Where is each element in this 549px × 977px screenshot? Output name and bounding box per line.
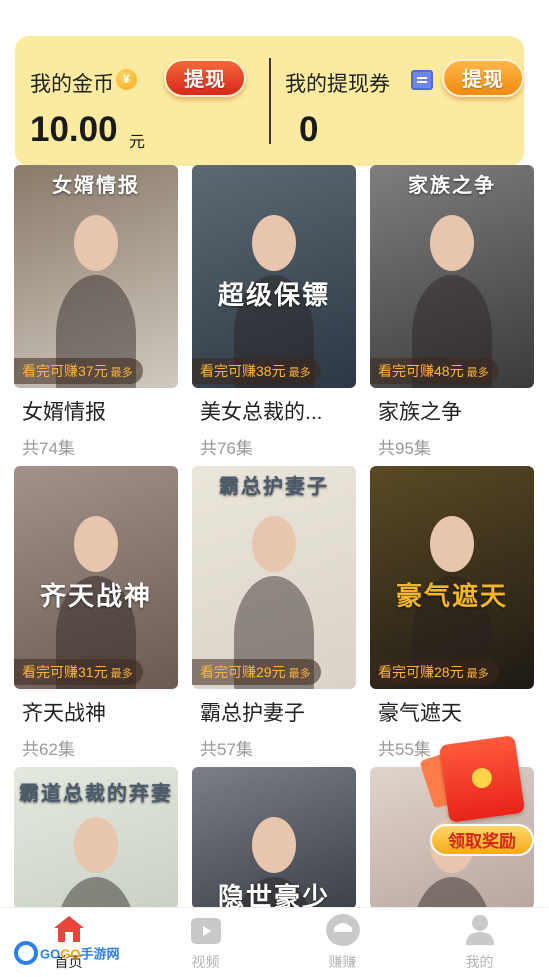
voucher-withdraw-button[interactable]: 提现 (442, 59, 524, 97)
voucher-amount: 0 (299, 110, 319, 149)
episode-count: 共57集 (200, 740, 253, 759)
drama-card[interactable]: 豪气遮天 看完可赚28元 最多 豪气遮天 共55集 (370, 466, 534, 762)
episode-count: 共55集 (378, 740, 431, 759)
drama-poster[interactable]: 隐世豪少 (192, 767, 356, 909)
poster-title: 霸道总裁的弃妻 (19, 781, 173, 805)
drama-poster[interactable]: 家族之争看完可赚48元 最多 (370, 165, 534, 388)
poster-face (252, 516, 296, 572)
coin-icon: ¥ (116, 69, 137, 90)
poster-face (74, 516, 118, 572)
episode-count: 共74集 (22, 439, 75, 458)
profile-icon (465, 915, 494, 945)
drama-title[interactable]: 女婿情报 (22, 396, 106, 426)
tab-video-label: 视频 (191, 954, 220, 970)
watermark-brand: GOGO手游网 (40, 946, 120, 962)
watermark-logo: GOGO手游网 (14, 941, 119, 967)
earn-reward-tag: 看完可赚38元 最多 (192, 358, 321, 384)
poster-title: 家族之争 (408, 173, 496, 197)
drama-poster[interactable]: 超级保镖看完可赚38元 最多 (192, 165, 356, 388)
poster-title: 女婿情报 (52, 173, 140, 197)
earn-icon (325, 914, 360, 946)
episode-count: 共76集 (200, 439, 253, 458)
watermark-ring-icon (14, 941, 38, 965)
tab-earn[interactable]: 赚赚 (274, 908, 411, 977)
episode-count: 共62集 (22, 740, 75, 759)
drama-title[interactable]: 家族之争 (378, 396, 462, 426)
tab-video[interactable]: 视频 (137, 908, 274, 977)
poster-title: 齐天战神 (39, 582, 152, 612)
poster-face (252, 215, 296, 271)
poster-face (430, 516, 474, 572)
drama-card[interactable]: 超级保镖看完可赚38元 最多美女总裁的... 共76集 (192, 165, 356, 461)
poster-face (74, 215, 118, 271)
drama-card[interactable]: 霸总护妻子 看完可赚29元 最多 霸总护妻子 共57集 (192, 466, 356, 762)
tab-profile-label: 我的 (465, 954, 494, 970)
episode-count: 共95集 (378, 439, 431, 458)
earn-reward-tag: 看完可赚37元 最多 (14, 358, 143, 384)
tab-profile[interactable]: 我的 (411, 908, 548, 977)
coins-unit: 元 (129, 134, 146, 151)
claim-reward-button[interactable]: 领取奖励 (430, 824, 534, 856)
drama-card[interactable]: 女婿情报 看完可赚37元 最多 女婿情报 共74集 (14, 165, 178, 461)
home-icon (53, 916, 84, 942)
voucher-label: 我的提现券 (285, 73, 390, 96)
drama-poster[interactable]: 豪气遮天看完可赚28元 最多 (370, 466, 534, 689)
poster-face (74, 817, 118, 873)
tv-icon (190, 918, 221, 944)
red-envelope-icon (438, 735, 526, 823)
ticket-icon (411, 70, 433, 90)
reward-widget[interactable]: 领取奖励 (419, 735, 534, 860)
drama-card[interactable]: 齐天战神 看完可赚31元 最多 齐天战神 共62集 (14, 466, 178, 762)
tab-earn-label: 赚赚 (328, 954, 357, 970)
coins-panel: 我的金币 ¥ 提现 10.00 元 (15, 36, 269, 166)
earn-reward-tag: 看完可赚28元 最多 (370, 659, 499, 685)
drama-poster[interactable]: 齐天战神看完可赚31元 最多 (14, 466, 178, 689)
voucher-panel: 我的提现券 提现 0 (271, 36, 524, 166)
poster-title: 豪气遮天 (395, 582, 508, 612)
coins-label: 我的金币 (30, 73, 114, 96)
drama-title[interactable]: 齐天战神 (22, 697, 106, 727)
drama-card[interactable]: 隐世豪少 (192, 767, 356, 909)
drama-poster[interactable]: 女婿情报看完可赚37元 最多 (14, 165, 178, 388)
coins-amount: 10.00 (30, 110, 118, 149)
earn-reward-tag: 看完可赚48元 最多 (370, 358, 499, 384)
drama-title[interactable]: 霸总护妻子 (200, 697, 305, 727)
drama-card[interactable]: 霸道总裁的弃妻 (14, 767, 178, 909)
drama-title[interactable]: 美女总裁的... (200, 396, 323, 426)
drama-card[interactable]: 家族之争 看完可赚48元 最多 家族之争 共95集 (370, 165, 534, 461)
drama-poster[interactable]: 霸总护妻子看完可赚29元 最多 (192, 466, 356, 689)
poster-title: 隐世豪少 (217, 883, 330, 909)
poster-face (430, 215, 474, 271)
earn-reward-tag: 看完可赚29元 最多 (192, 659, 321, 685)
earn-reward-tag: 看完可赚31元 最多 (14, 659, 143, 685)
poster-title: 超级保镖 (217, 281, 330, 311)
coins-withdraw-button[interactable]: 提现 (164, 59, 246, 97)
poster-title: 霸总护妻子 (219, 474, 329, 498)
drama-poster[interactable]: 霸道总裁的弃妻 (14, 767, 178, 909)
drama-title[interactable]: 豪气遮天 (378, 697, 462, 727)
wallet-card: 我的金币 ¥ 提现 10.00 元 我的提现券 提现 0 (15, 36, 524, 166)
poster-face (252, 817, 296, 873)
